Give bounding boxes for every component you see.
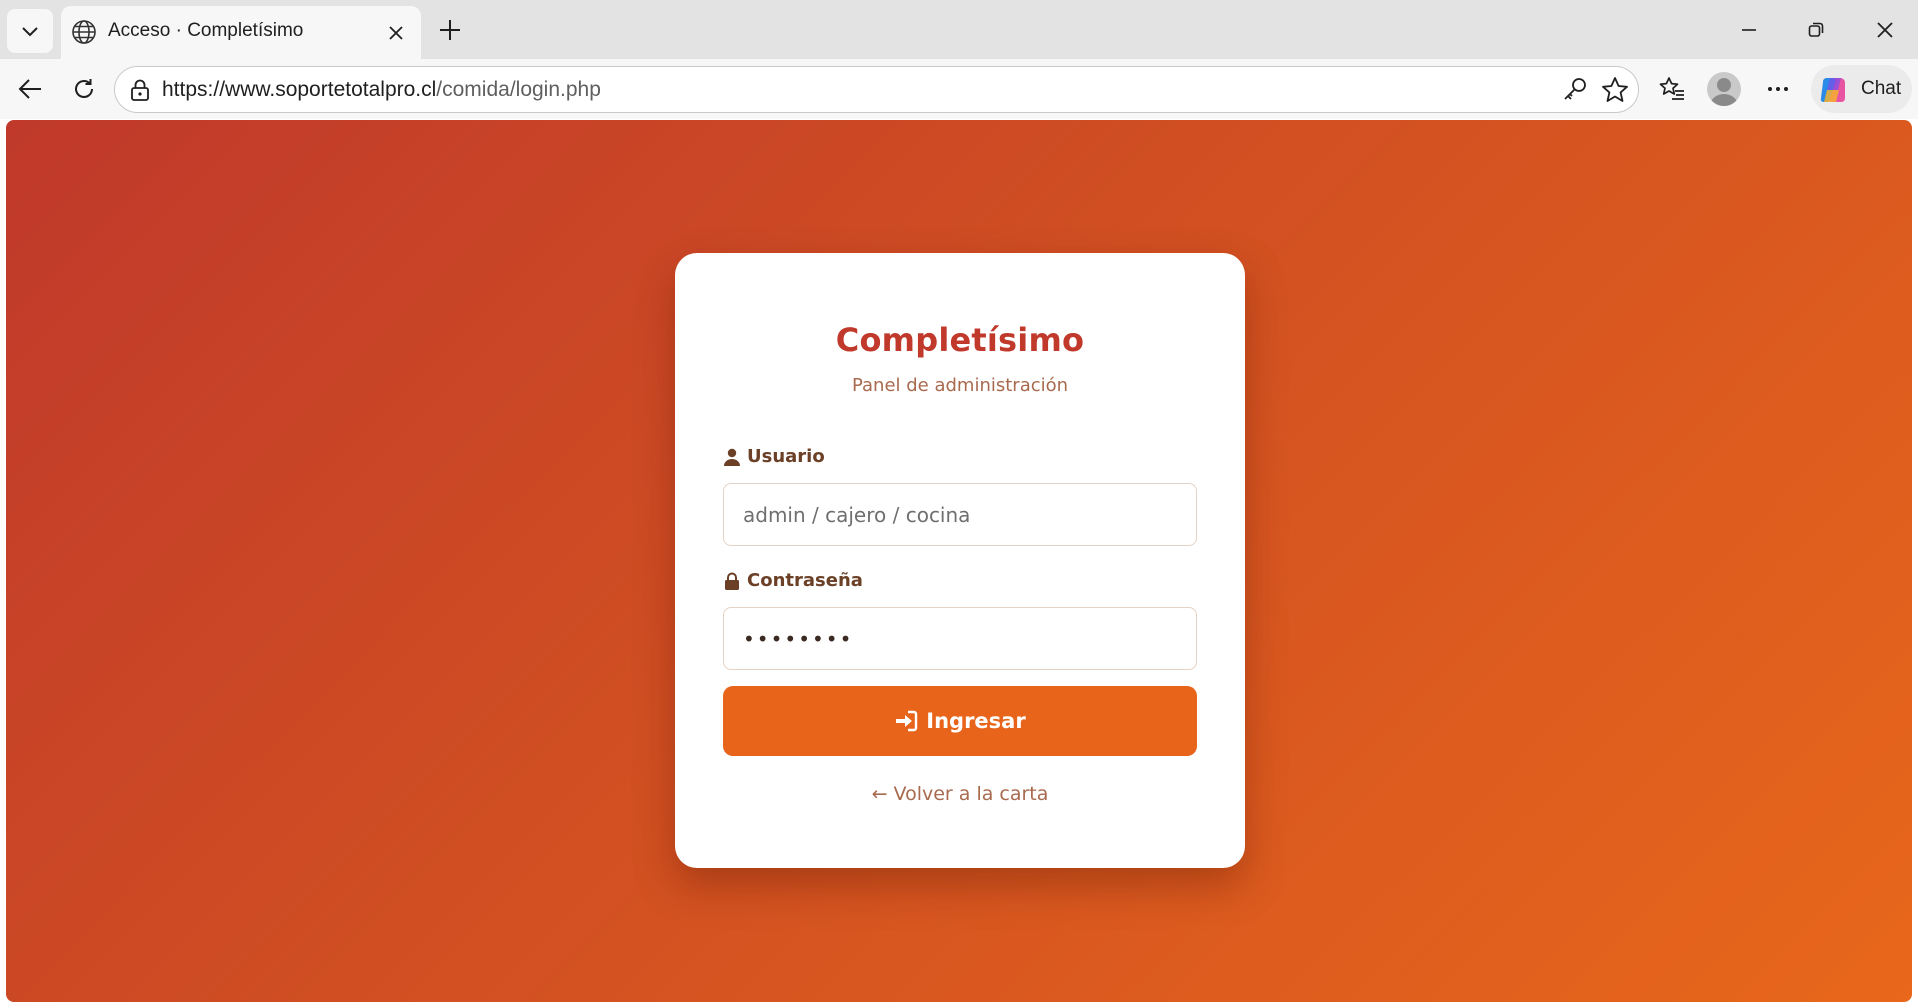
username-label: Usuario	[723, 446, 825, 467]
profile-avatar[interactable]	[1707, 72, 1741, 106]
browser-tabstrip: Acceso · Completísimo	[0, 0, 1918, 59]
restore-button[interactable]	[1788, 8, 1844, 52]
password-label-text: Contraseña	[747, 570, 863, 591]
favorites-button[interactable]	[1652, 69, 1692, 109]
url-path: /comida/login.php	[436, 78, 601, 101]
close-window-button[interactable]	[1857, 8, 1913, 52]
close-icon	[389, 26, 403, 40]
username-input[interactable]	[723, 483, 1197, 546]
back-button[interactable]	[10, 69, 50, 109]
password-input[interactable]	[723, 607, 1197, 670]
key-icon[interactable]	[1560, 75, 1590, 105]
browser-tab-active[interactable]: Acceso · Completísimo	[61, 6, 421, 59]
plus-icon	[440, 20, 460, 40]
url-host: https://www.soportetotalpro.cl	[162, 78, 437, 101]
arrow-left-icon	[18, 79, 41, 99]
minimize-icon	[1742, 29, 1756, 31]
password-label: Contraseña	[723, 570, 863, 591]
person-icon	[1710, 78, 1738, 106]
browser-toolbar: https://www.soportetotalpro.cl/comida/lo…	[0, 59, 1918, 119]
ingresar-button[interactable]: Ingresar	[723, 686, 1197, 756]
panel-subtitle: Panel de administración	[851, 375, 1069, 396]
new-tab-button[interactable]	[432, 12, 468, 48]
restore-icon	[1808, 22, 1824, 37]
ingresar-label: Ingresar	[926, 709, 1026, 733]
sign-in-icon	[896, 710, 918, 732]
copilot-icon	[1820, 78, 1845, 102]
lock-icon	[725, 572, 739, 590]
close-icon	[1877, 22, 1893, 38]
tab-close-button[interactable]	[381, 18, 411, 48]
login-card: Completísimo Panel de administración Usu…	[675, 253, 1245, 868]
chat-label: Chat	[1861, 78, 1902, 99]
globe-icon	[72, 20, 96, 44]
tab-title: Acceso · Completísimo	[108, 20, 304, 41]
back-to-menu-link[interactable]: ← Volver a la carta	[675, 783, 1245, 805]
refresh-button[interactable]	[64, 69, 104, 109]
minimize-button[interactable]	[1721, 8, 1777, 52]
copilot-chat-button[interactable]: Chat	[1811, 65, 1912, 113]
lock-icon	[131, 79, 149, 101]
address-bar[interactable]: https://www.soportetotalpro.cl/comida/lo…	[114, 66, 1639, 113]
tab-list-button[interactable]	[7, 9, 53, 53]
favorites-icon	[1659, 77, 1684, 100]
star-icon[interactable]	[1600, 75, 1630, 105]
chevron-down-icon	[22, 27, 38, 37]
user-icon	[724, 448, 740, 466]
refresh-icon	[75, 79, 93, 98]
url-text[interactable]: https://www.soportetotalpro.cl/comida/lo…	[162, 78, 601, 102]
page-viewport: Completísimo Panel de administración Usu…	[6, 120, 1912, 1002]
brand-title: Completísimo	[835, 321, 1085, 359]
username-label-text: Usuario	[747, 446, 825, 467]
more-horizontal-icon	[1768, 87, 1788, 91]
settings-more-button[interactable]	[1758, 69, 1798, 109]
